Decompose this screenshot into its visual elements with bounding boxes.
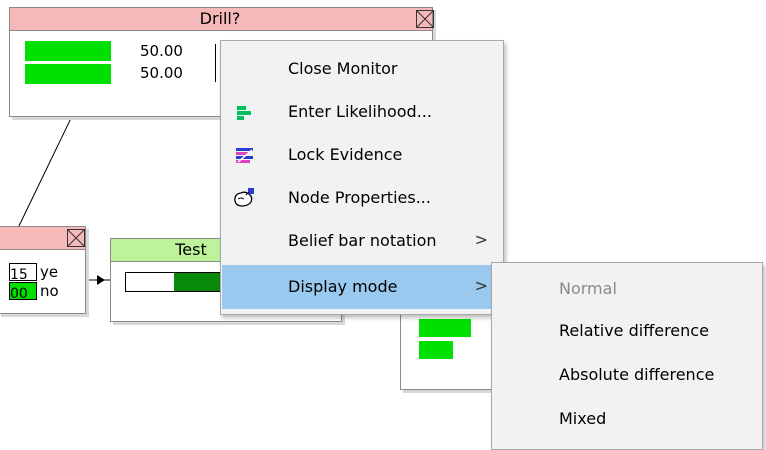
- lock-evidence-icon: [236, 148, 253, 163]
- menu-item-belief-bar-notation[interactable]: Belief bar notation >: [222, 221, 502, 261]
- drill-bar-no: [25, 64, 111, 84]
- menu-item-label: Belief bar notation: [288, 231, 437, 250]
- menu-item-close-monitor[interactable]: Close Monitor: [222, 49, 502, 89]
- left-value-no: 00: [10, 286, 28, 302]
- hidden-bar-1: [419, 319, 471, 337]
- hidden-bar-2: [419, 341, 453, 359]
- left-state-yes: ye: [40, 263, 59, 281]
- menu-item-label: Node Properties...: [288, 188, 431, 207]
- context-menu: Close Monitor Enter Likelihood... Lock E…: [220, 40, 504, 315]
- likelihood-icon: [237, 106, 251, 120]
- menu-item-label: Enter Likelihood...: [288, 102, 432, 121]
- drill-node-title: Drill?: [199, 9, 241, 28]
- submenu-item-label: Mixed: [559, 409, 607, 428]
- display-mode-submenu: Normal Relative difference Absolute diff…: [491, 262, 763, 450]
- left-state-no: no: [40, 282, 59, 300]
- left-value-yes: 15: [10, 267, 28, 283]
- submenu-item-normal[interactable]: Normal: [493, 269, 761, 309]
- node-properties-icon: [234, 188, 254, 207]
- menu-item-label: Display mode: [288, 277, 398, 296]
- close-icon[interactable]: [67, 229, 85, 247]
- menu-item-label: Lock Evidence: [288, 145, 403, 164]
- submenu-item-label: Absolute difference: [559, 365, 715, 384]
- submenu-item-label: Normal: [559, 279, 617, 298]
- menu-item-enter-likelihood[interactable]: Enter Likelihood...: [222, 92, 502, 132]
- drill-bar-yes: [25, 41, 111, 61]
- close-icon[interactable]: [416, 10, 434, 28]
- test-node-title: Test: [175, 240, 207, 259]
- menu-item-lock-evidence[interactable]: Lock Evidence: [222, 135, 502, 175]
- submenu-item-label: Relative difference: [559, 321, 709, 340]
- drill-value-no: 50.00: [140, 64, 183, 82]
- menu-item-node-properties[interactable]: Node Properties...: [222, 178, 502, 218]
- chevron-right-icon: >: [474, 230, 488, 249]
- menu-item-label: Close Monitor: [288, 59, 398, 78]
- left-node[interactable]: 15 ye 00 no: [0, 226, 86, 314]
- submenu-item-mixed[interactable]: Mixed: [493, 399, 761, 439]
- menu-item-display-mode[interactable]: Display mode >: [222, 265, 502, 309]
- chevron-right-icon: >: [474, 276, 488, 295]
- submenu-item-absolute-difference[interactable]: Absolute difference: [493, 355, 761, 395]
- drill-value-yes: 50.00: [140, 42, 183, 60]
- left-value-box-no: 00: [9, 282, 37, 302]
- drill-bracket: [215, 44, 216, 82]
- submenu-item-relative-difference[interactable]: Relative difference: [493, 311, 761, 351]
- left-value-box-yes: 15: [9, 263, 37, 283]
